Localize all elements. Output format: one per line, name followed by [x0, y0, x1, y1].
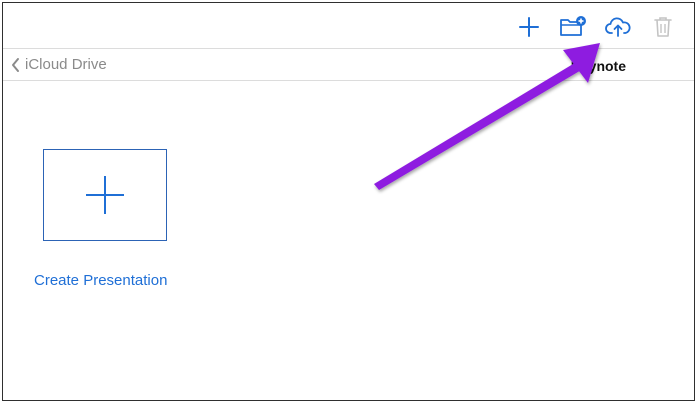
- upload-button[interactable]: [604, 13, 632, 41]
- new-folder-icon: [560, 16, 586, 36]
- chevron-left-icon: [12, 57, 19, 72]
- page-title: Keynote: [570, 58, 626, 74]
- cloud-upload-icon: [605, 17, 631, 37]
- navigation-bar: iCloud Drive Keynote: [3, 49, 694, 81]
- create-presentation-tile[interactable]: [43, 149, 167, 241]
- plus-icon: [86, 176, 124, 214]
- trash-icon: [654, 17, 672, 37]
- top-toolbar: [3, 3, 694, 49]
- delete-button[interactable]: [649, 13, 677, 41]
- add-button[interactable]: [515, 13, 543, 41]
- plus-icon: [519, 17, 539, 37]
- back-button[interactable]: iCloud Drive: [11, 56, 107, 73]
- create-presentation-label[interactable]: Create Presentation: [34, 272, 167, 289]
- new-folder-button[interactable]: [559, 13, 587, 41]
- back-label: iCloud Drive: [25, 56, 107, 73]
- app-window: iCloud Drive Keynote Create Presentation: [2, 2, 695, 401]
